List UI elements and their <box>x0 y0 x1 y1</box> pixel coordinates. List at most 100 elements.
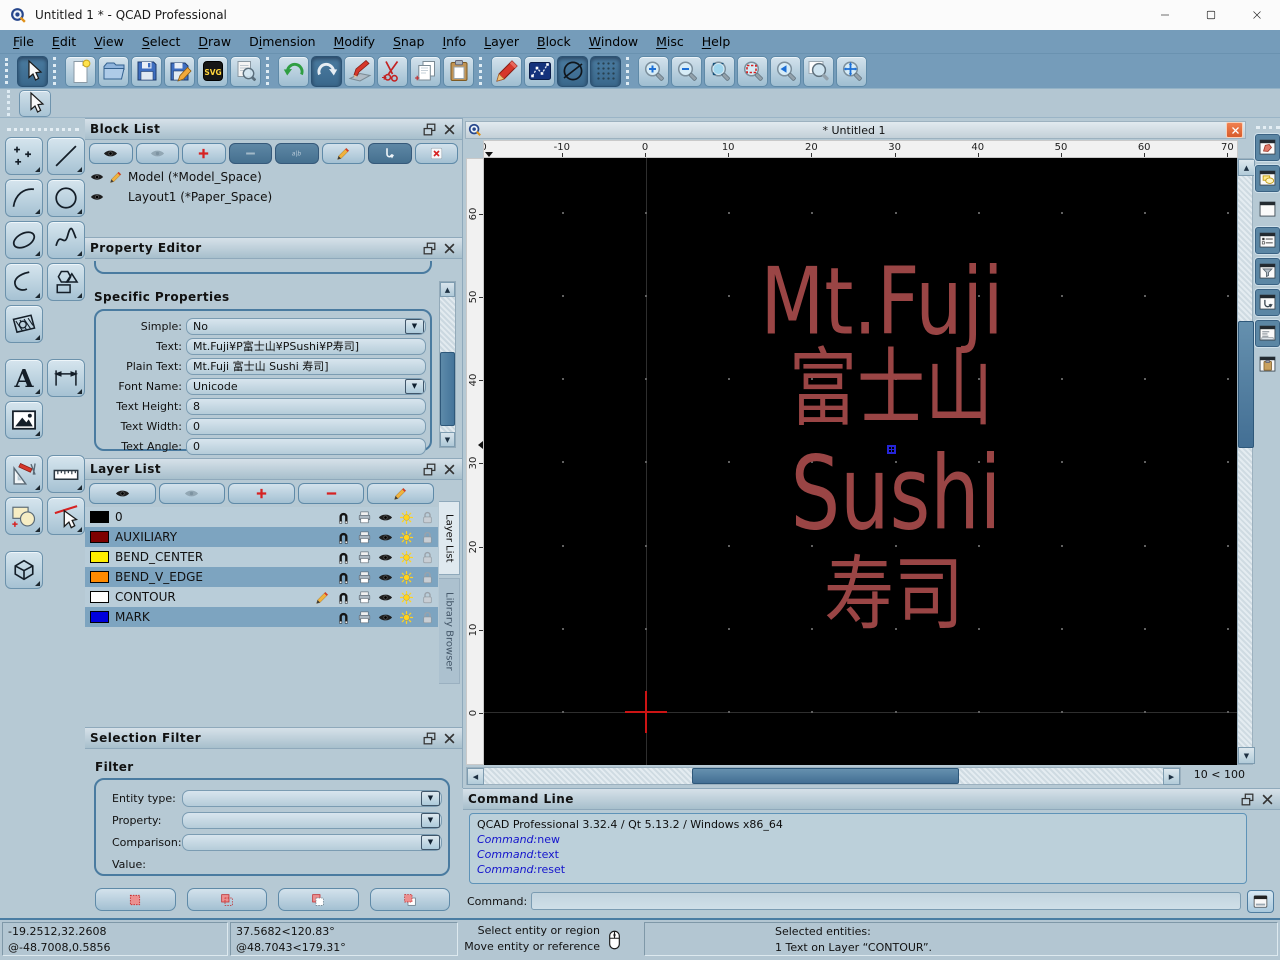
line-tool-button[interactable] <box>46 137 85 175</box>
grid-toggle-button[interactable] <box>590 55 621 87</box>
svg-export-button[interactable]: SVG <box>197 55 228 87</box>
selection-tool-secondary-button[interactable] <box>19 89 51 117</box>
edit-block-button[interactable] <box>321 143 365 164</box>
filter-select-button[interactable] <box>95 888 176 911</box>
menu-draw[interactable]: Draw <box>189 31 240 52</box>
undo-button[interactable] <box>278 55 309 87</box>
hide-all-layers-button[interactable] <box>158 483 226 504</box>
layer-row-bend_v_edge[interactable]: BEND_V_EDGE <box>85 567 438 587</box>
minimize-button[interactable] <box>1142 0 1188 30</box>
shape-tool-button[interactable] <box>46 263 85 301</box>
filter-add-to-selection-button[interactable] <box>186 888 267 911</box>
menu-info[interactable]: Info <box>433 31 475 52</box>
measure-tool-button[interactable] <box>46 455 85 493</box>
sun-icon[interactable] <box>399 530 414 545</box>
dock-toggle-7[interactable] <box>1254 319 1280 348</box>
screen-based-linetypes-button[interactable] <box>524 55 555 87</box>
block-row-1[interactable]: Layout1 (*Paper_Space) <box>85 187 462 207</box>
dock-toggle-6[interactable] <box>1254 288 1280 317</box>
selection-tool-button[interactable] <box>4 497 43 535</box>
float-panel-icon[interactable] <box>1240 792 1255 807</box>
printer-icon[interactable] <box>357 570 372 585</box>
image-tool-button[interactable] <box>4 401 43 439</box>
remove-block-button[interactable] <box>228 143 272 164</box>
selection-tool-button[interactable] <box>17 55 48 87</box>
solid-tool-button[interactable] <box>4 551 43 589</box>
printer-icon[interactable] <box>357 510 372 525</box>
lock-icon[interactable] <box>420 610 435 625</box>
sun-icon[interactable] <box>399 570 414 585</box>
menu-select[interactable]: Select <box>133 31 190 52</box>
menu-modify[interactable]: Modify <box>325 31 384 52</box>
menu-window[interactable]: Window <box>580 31 647 52</box>
eye-icon[interactable] <box>378 510 393 525</box>
close-panel-icon[interactable] <box>1260 792 1275 807</box>
dock-toggle-8[interactable] <box>1254 350 1280 379</box>
edit-layer-button[interactable] <box>367 483 434 504</box>
block-row-0[interactable]: Model (*Model_Space) <box>85 167 462 187</box>
side-tab-library-browser[interactable]: Library Browser <box>439 578 460 684</box>
eye-icon[interactable] <box>378 530 393 545</box>
scroll-up-icon[interactable]: ▲ <box>1238 159 1255 176</box>
menu-misc[interactable]: Misc <box>647 31 693 52</box>
menu-snap[interactable]: Snap <box>384 31 433 52</box>
cad-text-line-1[interactable]: Mt.Fuji <box>761 256 1004 349</box>
chevron-down-icon[interactable]: ▼ <box>421 790 440 806</box>
lock-icon[interactable] <box>420 550 435 565</box>
dock-toggle-3[interactable] <box>1254 195 1280 224</box>
property-input-6[interactable]: 0 <box>186 437 426 455</box>
property-input-1[interactable]: Mt.Fuji¥P富士山¥PSushi¥P寿司] <box>186 337 426 355</box>
insert-block-button[interactable] <box>368 143 412 164</box>
draft-mode-button[interactable] <box>557 55 588 87</box>
sun-icon[interactable] <box>399 610 414 625</box>
dock-toggle-2[interactable] <box>1254 164 1280 193</box>
drawing-canvas[interactable]: Mt.Fuji 富士山 Sushi 寿司 <box>484 158 1237 765</box>
polyline-tool-button[interactable] <box>4 263 43 301</box>
horizontal-scrollbar[interactable]: ◀ ▶ <box>466 767 1181 785</box>
lock-icon[interactable] <box>420 570 435 585</box>
filter-remove-from-selection-button[interactable] <box>278 888 359 911</box>
dimension-tool-button[interactable] <box>46 359 85 397</box>
scrollbar-thumb[interactable] <box>440 352 455 426</box>
save-file-as-button[interactable] <box>164 55 195 87</box>
rename-block-button[interactable]: a|b <box>275 143 319 164</box>
cad-text-line-2[interactable]: 富士山 <box>789 347 993 433</box>
scroll-left-icon[interactable]: ◀ <box>467 768 484 785</box>
close-panel-icon[interactable] <box>442 462 457 477</box>
close-panel-icon[interactable] <box>442 122 457 137</box>
scrollbar-thumb[interactable] <box>1238 321 1254 448</box>
layer-row-contour[interactable]: CONTOUR <box>85 587 438 607</box>
sun-icon[interactable] <box>399 510 414 525</box>
eye-icon[interactable] <box>378 570 393 585</box>
show-all-layers-button[interactable] <box>89 483 156 504</box>
magnet-icon[interactable] <box>336 510 351 525</box>
magnet-icon[interactable] <box>336 530 351 545</box>
chevron-down-icon[interactable]: ▼ <box>405 318 424 334</box>
circle-tool-button[interactable] <box>46 179 85 217</box>
eye-icon[interactable] <box>378 550 393 565</box>
printer-icon[interactable] <box>357 550 372 565</box>
command-options-button[interactable] <box>1247 889 1274 913</box>
filter-intersect-selection-button[interactable] <box>369 888 450 911</box>
close-button[interactable] <box>1234 0 1280 30</box>
command-history[interactable]: QCAD Professional 3.32.4 / Qt 5.13.2 / W… <box>469 813 1247 884</box>
document-titlebar[interactable]: * Untitled 1 <box>465 121 1246 139</box>
layer-row-mark[interactable]: MARK <box>85 607 438 627</box>
redo-button[interactable] <box>311 55 342 87</box>
add-layer-button[interactable] <box>228 483 295 504</box>
lock-icon[interactable] <box>420 530 435 545</box>
filter-input-2[interactable]: ▼ <box>182 833 442 851</box>
hatch-tool-button[interactable] <box>4 305 43 343</box>
float-panel-icon[interactable] <box>422 731 437 746</box>
copy-button[interactable] <box>410 55 441 87</box>
arc-tool-button[interactable] <box>4 179 43 217</box>
edit-tool-button[interactable] <box>46 497 85 535</box>
magnet-icon[interactable] <box>336 590 351 605</box>
add-block-button[interactable] <box>182 143 226 164</box>
spline-tool-button[interactable] <box>46 221 85 259</box>
new-file-button[interactable] <box>65 55 96 87</box>
modify-tool-button[interactable] <box>4 455 43 493</box>
cad-text-line-3[interactable]: Sushi <box>791 444 1002 545</box>
scroll-up-icon[interactable]: ▲ <box>440 282 455 297</box>
scroll-right-icon[interactable]: ▶ <box>1163 768 1180 785</box>
